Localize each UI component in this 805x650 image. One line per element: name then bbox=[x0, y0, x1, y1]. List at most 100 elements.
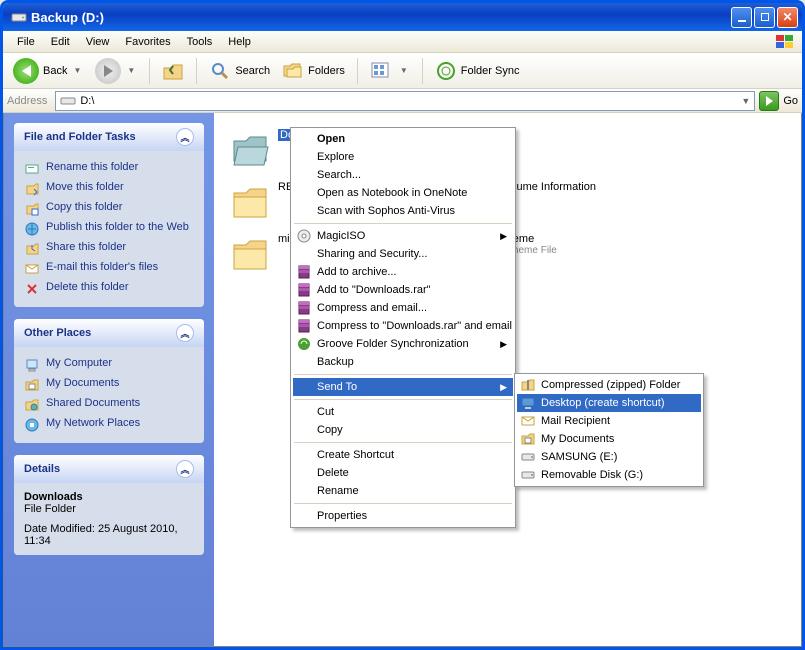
place-item[interactable]: My Network Places bbox=[24, 415, 194, 435]
search-button[interactable]: Search bbox=[205, 58, 274, 84]
details-name: Downloads bbox=[24, 491, 194, 503]
views-button[interactable]: ▼ bbox=[366, 59, 414, 83]
mail-icon bbox=[520, 413, 536, 429]
menu-item[interactable]: Send To▶ bbox=[293, 378, 513, 396]
place-icon bbox=[24, 357, 40, 373]
menu-item[interactable]: Properties bbox=[293, 507, 513, 525]
foldersync-button[interactable]: Folder Sync bbox=[431, 58, 524, 84]
sendto-item[interactable]: Mail Recipient bbox=[517, 412, 701, 430]
back-dropdown-icon[interactable]: ▼ bbox=[71, 66, 83, 75]
task-label: Share this folder bbox=[46, 241, 126, 253]
collapse-icon[interactable]: ︽ bbox=[176, 324, 194, 342]
menu-item[interactable]: Open bbox=[293, 130, 513, 148]
places-header[interactable]: Other Places ︽ bbox=[14, 319, 204, 347]
task-item[interactable]: Copy this folder bbox=[24, 199, 194, 219]
search-icon bbox=[209, 60, 231, 82]
folders-label: Folders bbox=[308, 65, 345, 77]
go-button[interactable] bbox=[759, 91, 779, 111]
place-item[interactable]: Shared Documents bbox=[24, 395, 194, 415]
menu-label: Add to "Downloads.rar" bbox=[317, 284, 431, 296]
up-button[interactable] bbox=[158, 58, 188, 84]
place-icon bbox=[24, 377, 40, 393]
place-label: Shared Documents bbox=[46, 397, 140, 409]
task-item[interactable]: Publish this folder to the Web bbox=[24, 219, 194, 239]
details-header[interactable]: Details ︽ bbox=[14, 455, 204, 483]
place-item[interactable]: My Documents bbox=[24, 375, 194, 395]
menu-edit[interactable]: Edit bbox=[43, 34, 78, 50]
forward-dropdown-icon[interactable]: ▼ bbox=[125, 66, 137, 75]
menu-item[interactable]: Compress to "Downloads.rar" and email bbox=[293, 317, 513, 335]
task-icon bbox=[24, 241, 40, 257]
address-input[interactable]: D:\ ▼ bbox=[55, 91, 755, 111]
menu-item[interactable]: Scan with Sophos Anti-Virus bbox=[293, 202, 513, 220]
sendto-item[interactable]: Desktop (create shortcut) bbox=[517, 394, 701, 412]
menu-label: Create Shortcut bbox=[317, 449, 394, 461]
menu-item[interactable]: Backup bbox=[293, 353, 513, 371]
menu-label: Rename bbox=[317, 485, 359, 497]
sendto-item[interactable]: Compressed (zipped) Folder bbox=[517, 376, 701, 394]
context-menu: OpenExplore Search... Open as Notebook in … bbox=[290, 127, 516, 528]
collapse-icon[interactable]: ︽ bbox=[176, 460, 194, 478]
menu-label: Backup bbox=[317, 356, 354, 368]
sendto-item[interactable]: My Documents bbox=[517, 430, 701, 448]
tasks-header[interactable]: File and Folder Tasks ︽ bbox=[14, 123, 204, 151]
docs-icon bbox=[520, 431, 536, 447]
menu-item[interactable]: Create Shortcut bbox=[293, 446, 513, 464]
windows-flag-icon bbox=[774, 33, 796, 51]
task-item[interactable]: Move this folder bbox=[24, 179, 194, 199]
zip-icon bbox=[520, 377, 536, 393]
menu-view[interactable]: View bbox=[78, 34, 118, 50]
place-icon bbox=[24, 397, 40, 413]
menu-label: Send To bbox=[317, 381, 357, 393]
up-folder-icon bbox=[162, 60, 184, 82]
menu-item[interactable]: Open as Notebook in OneNote bbox=[293, 184, 513, 202]
back-button[interactable]: Back ▼ bbox=[9, 56, 87, 86]
sendto-item[interactable]: Removable Disk (G:) bbox=[517, 466, 701, 484]
task-item[interactable]: E-mail this folder's files bbox=[24, 259, 194, 279]
menu-item[interactable]: Search... bbox=[293, 166, 513, 184]
views-dropdown-icon[interactable]: ▼ bbox=[398, 66, 410, 75]
sendto-item[interactable]: SAMSUNG (E:) bbox=[517, 448, 701, 466]
rar-icon bbox=[296, 300, 312, 316]
menu-item[interactable]: Sharing and Security... bbox=[293, 245, 513, 263]
menu-item[interactable]: MagicISO▶ bbox=[293, 227, 513, 245]
menu-tools[interactable]: Tools bbox=[179, 34, 221, 50]
menu-item[interactable]: Rename bbox=[293, 482, 513, 500]
menu-item[interactable]: Add to "Downloads.rar" bbox=[293, 281, 513, 299]
foldersync-label: Folder Sync bbox=[461, 65, 520, 77]
task-item[interactable]: Delete this folder bbox=[24, 279, 194, 299]
forward-button[interactable]: ▼ bbox=[91, 56, 141, 86]
menu-item[interactable]: Add to archive... bbox=[293, 263, 513, 281]
search-label: Search bbox=[235, 65, 270, 77]
maximize-button[interactable] bbox=[754, 7, 775, 28]
menu-label: Search... bbox=[317, 169, 361, 181]
menu-label: Add to archive... bbox=[317, 266, 397, 278]
minimize-button[interactable] bbox=[731, 7, 752, 28]
collapse-icon[interactable]: ︽ bbox=[176, 128, 194, 146]
task-item[interactable]: Share this folder bbox=[24, 239, 194, 259]
titlebar[interactable]: Backup (D:) ✕ bbox=[3, 3, 802, 31]
drive-icon bbox=[11, 9, 27, 25]
folders-button[interactable]: Folders bbox=[278, 58, 349, 84]
submenu-arrow-icon: ▶ bbox=[500, 231, 507, 242]
menu-item[interactable]: Explore bbox=[293, 148, 513, 166]
menu-item[interactable]: Compress and email... bbox=[293, 299, 513, 317]
foldersync-icon bbox=[435, 60, 457, 82]
menu-item[interactable]: Delete bbox=[293, 464, 513, 482]
menu-file[interactable]: File bbox=[9, 34, 43, 50]
menu-item[interactable]: Groove Folder Synchronization▶ bbox=[293, 335, 513, 353]
sendto-label: Desktop (create shortcut) bbox=[541, 397, 665, 409]
menu-help[interactable]: Help bbox=[220, 34, 259, 50]
menu-item[interactable]: Copy bbox=[293, 421, 513, 439]
menu-item[interactable]: Cut bbox=[293, 403, 513, 421]
menu-favorites[interactable]: Favorites bbox=[117, 34, 178, 50]
place-item[interactable]: My Computer bbox=[24, 355, 194, 375]
sendto-label: SAMSUNG (E:) bbox=[541, 451, 617, 463]
details-modified: Date Modified: 25 August 2010, 11:34 bbox=[24, 523, 194, 547]
address-dropdown-icon[interactable]: ▼ bbox=[741, 96, 750, 106]
menu-label: Compress to "Downloads.rar" and email bbox=[317, 320, 512, 332]
rar-icon bbox=[296, 318, 312, 334]
task-item[interactable]: Rename this folder bbox=[24, 159, 194, 179]
close-button[interactable]: ✕ bbox=[777, 7, 798, 28]
files-pane[interactable]: DownloadswsRECn Volume Informationmicrle… bbox=[214, 113, 801, 646]
